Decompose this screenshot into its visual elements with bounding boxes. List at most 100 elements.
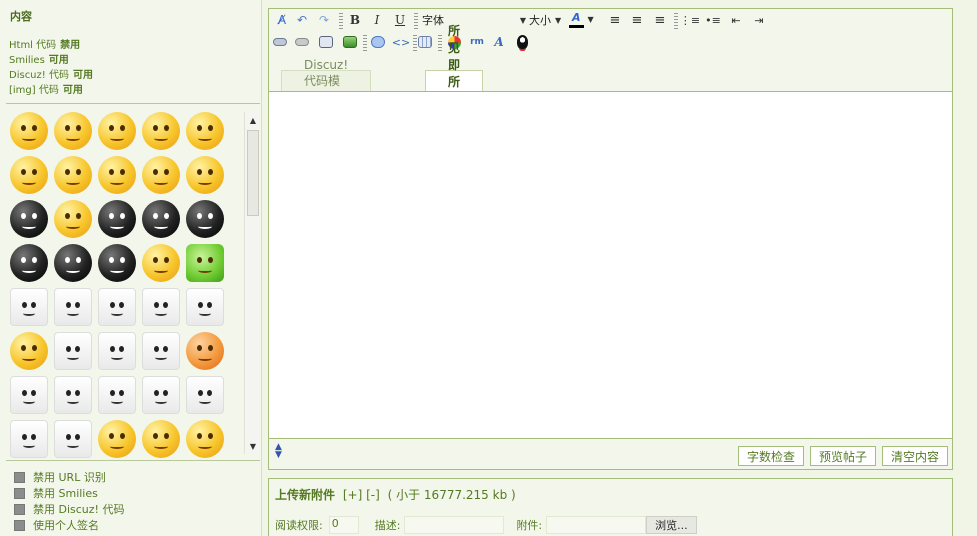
align-center-icon[interactable]: ≡ [628,11,646,29]
link-icon[interactable] [271,33,289,51]
editor-toolbar: A̸ ↶ ↷ B I U 字体 ▼ 大小 ▼ A ▼ ≡ ≡ ≡ ⋮≡ •≡ ⇤ ⇥ … [269,9,952,69]
qq-icon[interactable] [513,33,531,51]
smiley-icon[interactable] [142,420,180,458]
angry-smiley-icon[interactable] [142,112,180,150]
tab-discuz-code-mode[interactable]: Discuz! 代码模式 [281,58,372,105]
smilies-scrollbar[interactable]: ▲ ▼ [244,112,260,454]
rabbit-icon[interactable] [186,376,224,414]
cartoon-icon[interactable] [98,332,136,370]
indent-icon[interactable]: ⇥ [750,11,768,29]
option-label: 禁用 Smilies [33,487,98,500]
add-remove-attachment-links[interactable]: [+] [-] [343,488,380,502]
smiley-icon[interactable] [98,112,136,150]
align-left-icon[interactable]: ≡ [606,11,624,29]
checkbox[interactable] [14,503,25,515]
bird-icon[interactable] [142,332,180,370]
image-icon[interactable] [341,33,359,51]
media-icon[interactable]: rm [468,33,486,51]
table-icon[interactable] [416,33,434,51]
chevron-down-icon: ▼ [555,15,562,25]
checkbox[interactable] [14,471,25,483]
quote-icon[interactable] [369,33,387,51]
doll-icon[interactable] [54,332,92,370]
email-icon[interactable] [317,33,335,51]
smiley-icon[interactable] [186,332,224,370]
status-label: Smilies [9,55,45,66]
smiley-icon[interactable] [10,112,48,150]
remove-format-icon[interactable]: A̸ [273,11,291,29]
editor: A̸ ↶ ↷ B I U 字体 ▼ 大小 ▼ A ▼ ≡ ≡ ≡ ⋮≡ •≡ ⇤ ⇥ … [268,8,953,470]
baby-icon[interactable] [54,420,92,458]
option-disable-smilies[interactable]: 禁用 Smilies [14,485,124,501]
option-use-signature[interactable]: 使用个人签名 [14,517,124,533]
status-html: Html 代码 禁用 [9,38,93,53]
align-right-icon[interactable]: ≡ [651,11,669,29]
italic-icon[interactable]: I [368,11,386,29]
option-disable-discuz[interactable]: 禁用 Discuz! 代码 [14,501,124,517]
bear-icon[interactable] [98,288,136,326]
smiley-icon[interactable] [10,156,48,194]
underline-icon[interactable]: U [391,11,409,29]
bomb-smiley-icon[interactable] [98,200,136,238]
smiley-icon[interactable] [142,244,180,282]
check-length-button[interactable]: 字数检查 [737,446,804,466]
browse-button[interactable]: 浏览... [646,516,697,534]
girl-icon[interactable] [186,288,224,326]
divider [6,103,260,104]
status-smilies: Smilies 可用 [9,53,93,68]
redo-icon[interactable]: ↷ [315,11,333,29]
bomb-smiley-icon[interactable] [142,200,180,238]
cool-smiley-icon[interactable] [142,156,180,194]
outdent-icon[interactable]: ⇤ [727,11,745,29]
free-icon[interactable]: A [490,33,508,51]
ordered-list-icon[interactable]: ⋮≡ [680,11,700,29]
read-permission-input[interactable]: 0 [328,516,359,534]
size-select[interactable]: 大小 ▼ [529,11,567,29]
bear-icon[interactable] [10,288,48,326]
crying-bomb-icon[interactable] [98,244,136,282]
smiley-icon[interactable] [54,112,92,150]
toolbar-separator [363,35,367,51]
clear-content-button[interactable]: 清空内容 [881,446,948,466]
grin-smiley-icon[interactable] [186,156,224,194]
undo-icon[interactable]: ↶ [293,11,311,29]
panda-icon[interactable] [54,288,92,326]
font-select[interactable]: 字体 ▼ [422,11,526,29]
unlink-icon[interactable] [293,33,311,51]
tab-wysiwyg-mode[interactable]: 所见即所得模式 [425,24,484,140]
cartoon-icon[interactable] [10,376,48,414]
checkbox[interactable] [14,487,25,499]
unordered-list-icon[interactable]: •≡ [704,11,722,29]
smiley-icon[interactable] [98,156,136,194]
option-disable-url[interactable]: 禁用 URL 识别 [14,469,124,485]
panda-icon[interactable] [142,288,180,326]
scroll-down-icon[interactable]: ▼ [245,438,261,454]
smiley-icon[interactable] [54,156,92,194]
baby-icon[interactable] [10,420,48,458]
smiley-icon[interactable] [54,200,92,238]
editor-textarea[interactable] [269,91,952,439]
upload-panel: 上传新附件 [+] [-] ( 小于 16777.215 kb ) 阅读权限: … [268,478,953,536]
scroll-thumb[interactable] [247,130,259,216]
frog-icon[interactable] [186,244,224,282]
smiley-icon[interactable] [186,420,224,458]
smiley-icon[interactable] [98,420,136,458]
cartoon-icon[interactable] [54,376,92,414]
bomb-smiley-icon[interactable] [10,200,48,238]
bomb-smiley-icon[interactable] [10,244,48,282]
code-icon[interactable]: <> [392,33,410,51]
smiley-icon[interactable] [186,112,224,150]
bomb-smiley-icon[interactable] [186,200,224,238]
cartoon-icon[interactable] [142,376,180,414]
attachment-file-input[interactable] [546,516,647,534]
smiley-icon[interactable] [10,332,48,370]
scroll-up-icon[interactable]: ▲ [245,112,261,128]
bomb-smiley-icon[interactable] [54,244,92,282]
font-color-button[interactable]: A ▼ [569,10,599,28]
bold-icon[interactable]: B [346,11,364,29]
cartoon-icon[interactable] [98,376,136,414]
description-input[interactable] [404,516,505,534]
preview-button[interactable]: 预览帖子 [809,446,876,466]
checkbox[interactable] [14,519,25,531]
resize-handle-icon[interactable]: ▲ ▼ [275,443,282,460]
